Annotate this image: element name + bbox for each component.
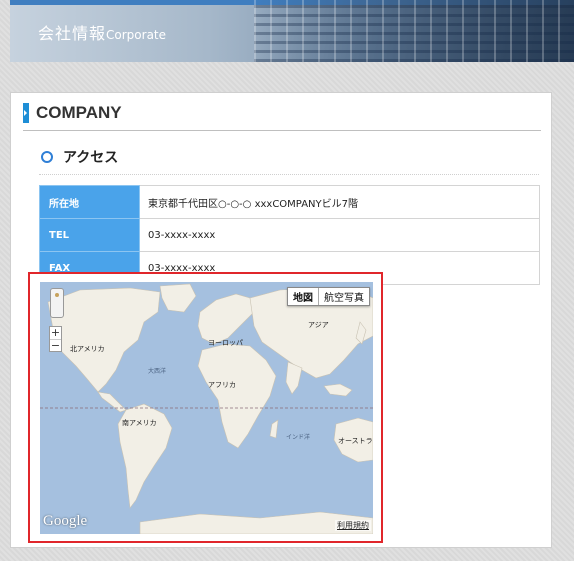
label-atlantic: 大西洋 [148, 368, 167, 375]
table-row: 所在地 東京都千代田区○-○-○ xxxCOMPANYビル7階 [39, 185, 540, 219]
table-row: TEL 03-xxxx-xxxx [39, 218, 540, 252]
company-info-table: 所在地 東京都千代田区○-○-○ xxxCOMPANYビル7階 TEL 03-x… [39, 185, 540, 285]
subsection-heading: アクセス [39, 145, 539, 175]
circle-bullet-icon [41, 151, 53, 163]
label-europe: ヨーロッパ [208, 339, 243, 347]
terms-link[interactable]: 利用規約 [335, 520, 371, 531]
page-title: 会社情報Corporate [38, 20, 166, 44]
page-title-en: Corporate [106, 28, 167, 42]
heading-marker-icon [23, 103, 29, 123]
google-map[interactable]: + − 地図 航空写真 北アメリカ ヨーロッパ アジア 大西洋 アフリカ 南アメ… [40, 282, 373, 534]
street-view-pegman-icon[interactable] [50, 288, 64, 318]
section-title: COMPANY [36, 103, 122, 122]
label-asia: アジア [308, 321, 329, 329]
zoom-control: + − [49, 326, 62, 352]
label-oceania: オーストラ [338, 437, 373, 445]
label-africa: アフリカ [208, 381, 236, 389]
zoom-out-button[interactable]: − [50, 339, 61, 351]
map-type-satellite-button[interactable]: 航空写真 [319, 288, 369, 305]
label-north-america: 北アメリカ [70, 345, 105, 353]
section-heading: COMPANY [23, 101, 541, 131]
map-type-control: 地図 航空写真 [287, 287, 370, 306]
map-type-map-button[interactable]: 地図 [288, 288, 319, 305]
tel-label: TEL [39, 218, 140, 252]
google-logo: Google [43, 513, 88, 529]
subsection-title: アクセス [63, 150, 119, 166]
page-title-ja: 会社情報 [38, 24, 107, 43]
header-banner: 会社情報Corporate [10, 0, 574, 62]
tel-value: 03-xxxx-xxxx [139, 218, 540, 252]
label-south-america: 南アメリカ [122, 419, 157, 427]
label-indian-ocean: インド洋 [286, 434, 311, 441]
address-value: 東京都千代田区○-○-○ xxxCOMPANYビル7階 [139, 185, 540, 219]
map-highlight-frame: + − 地図 航空写真 北アメリカ ヨーロッパ アジア 大西洋 アフリカ 南アメ… [28, 272, 383, 543]
building-image [254, 0, 574, 62]
zoom-in-button[interactable]: + [50, 327, 61, 339]
address-label: 所在地 [39, 185, 140, 219]
